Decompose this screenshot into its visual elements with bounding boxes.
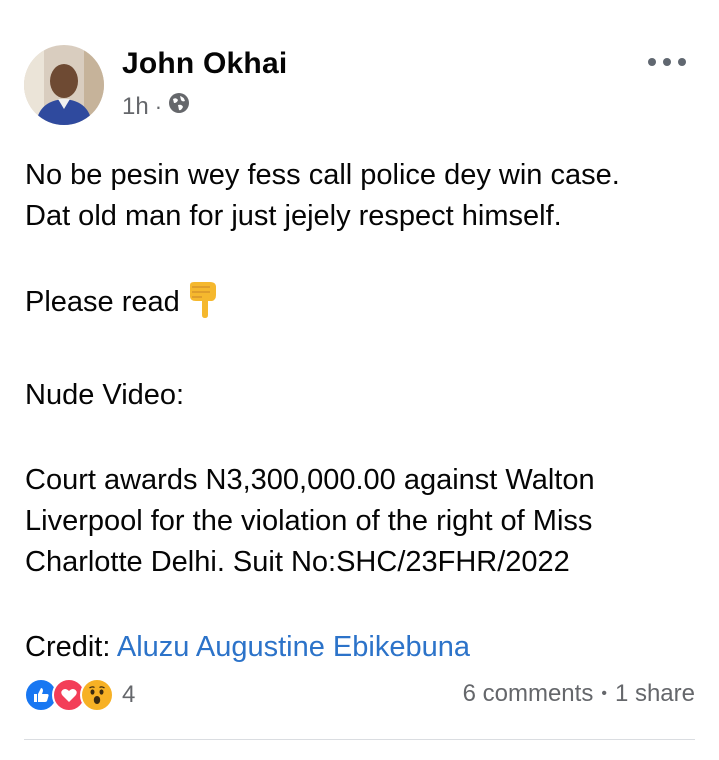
post-line: Nude Video:	[25, 379, 185, 411]
author-name[interactable]: John Okhai	[122, 47, 287, 81]
post-body: No be pesin wey fess call police dey win…	[25, 155, 705, 668]
pointing-down-icon	[188, 281, 220, 331]
wow-icon	[80, 678, 114, 712]
post-time[interactable]: 1h	[122, 93, 149, 121]
post-line: Dat old man for just jejely respect hims…	[25, 200, 562, 232]
meta-separator: ·	[154, 93, 163, 119]
author-avatar[interactable]	[24, 45, 104, 125]
post-line: Please read	[25, 281, 705, 331]
dot-icon	[678, 58, 686, 66]
divider	[24, 739, 695, 740]
comments-count[interactable]: 6 comments	[463, 680, 594, 708]
post-line: Court awards N3,300,000.00 against Walto…	[25, 464, 595, 496]
dot-icon	[648, 58, 656, 66]
post-stats: 6 comments • 1 share	[463, 680, 695, 708]
post-meta: 1h ·	[122, 92, 190, 121]
post-line: Liverpool for the violation of the right…	[25, 505, 593, 537]
more-options-button[interactable]	[648, 54, 686, 70]
post-line: No be pesin wey fess call police dey win…	[25, 159, 620, 191]
shares-count[interactable]: 1 share	[615, 680, 695, 708]
post-line: Charlotte Delhi. Suit No:SHC/23FHR/2022	[25, 546, 570, 578]
stats-separator: •	[601, 685, 607, 702]
reaction-summary[interactable]: 4	[24, 678, 135, 712]
credit-link[interactable]: Aluzu Augustine Ebikebuna	[117, 631, 470, 663]
dot-icon	[663, 58, 671, 66]
globe-icon[interactable]	[168, 92, 190, 121]
post-credit: Credit: Aluzu Augustine Ebikebuna	[25, 631, 470, 663]
reaction-count[interactable]: 4	[122, 681, 135, 709]
